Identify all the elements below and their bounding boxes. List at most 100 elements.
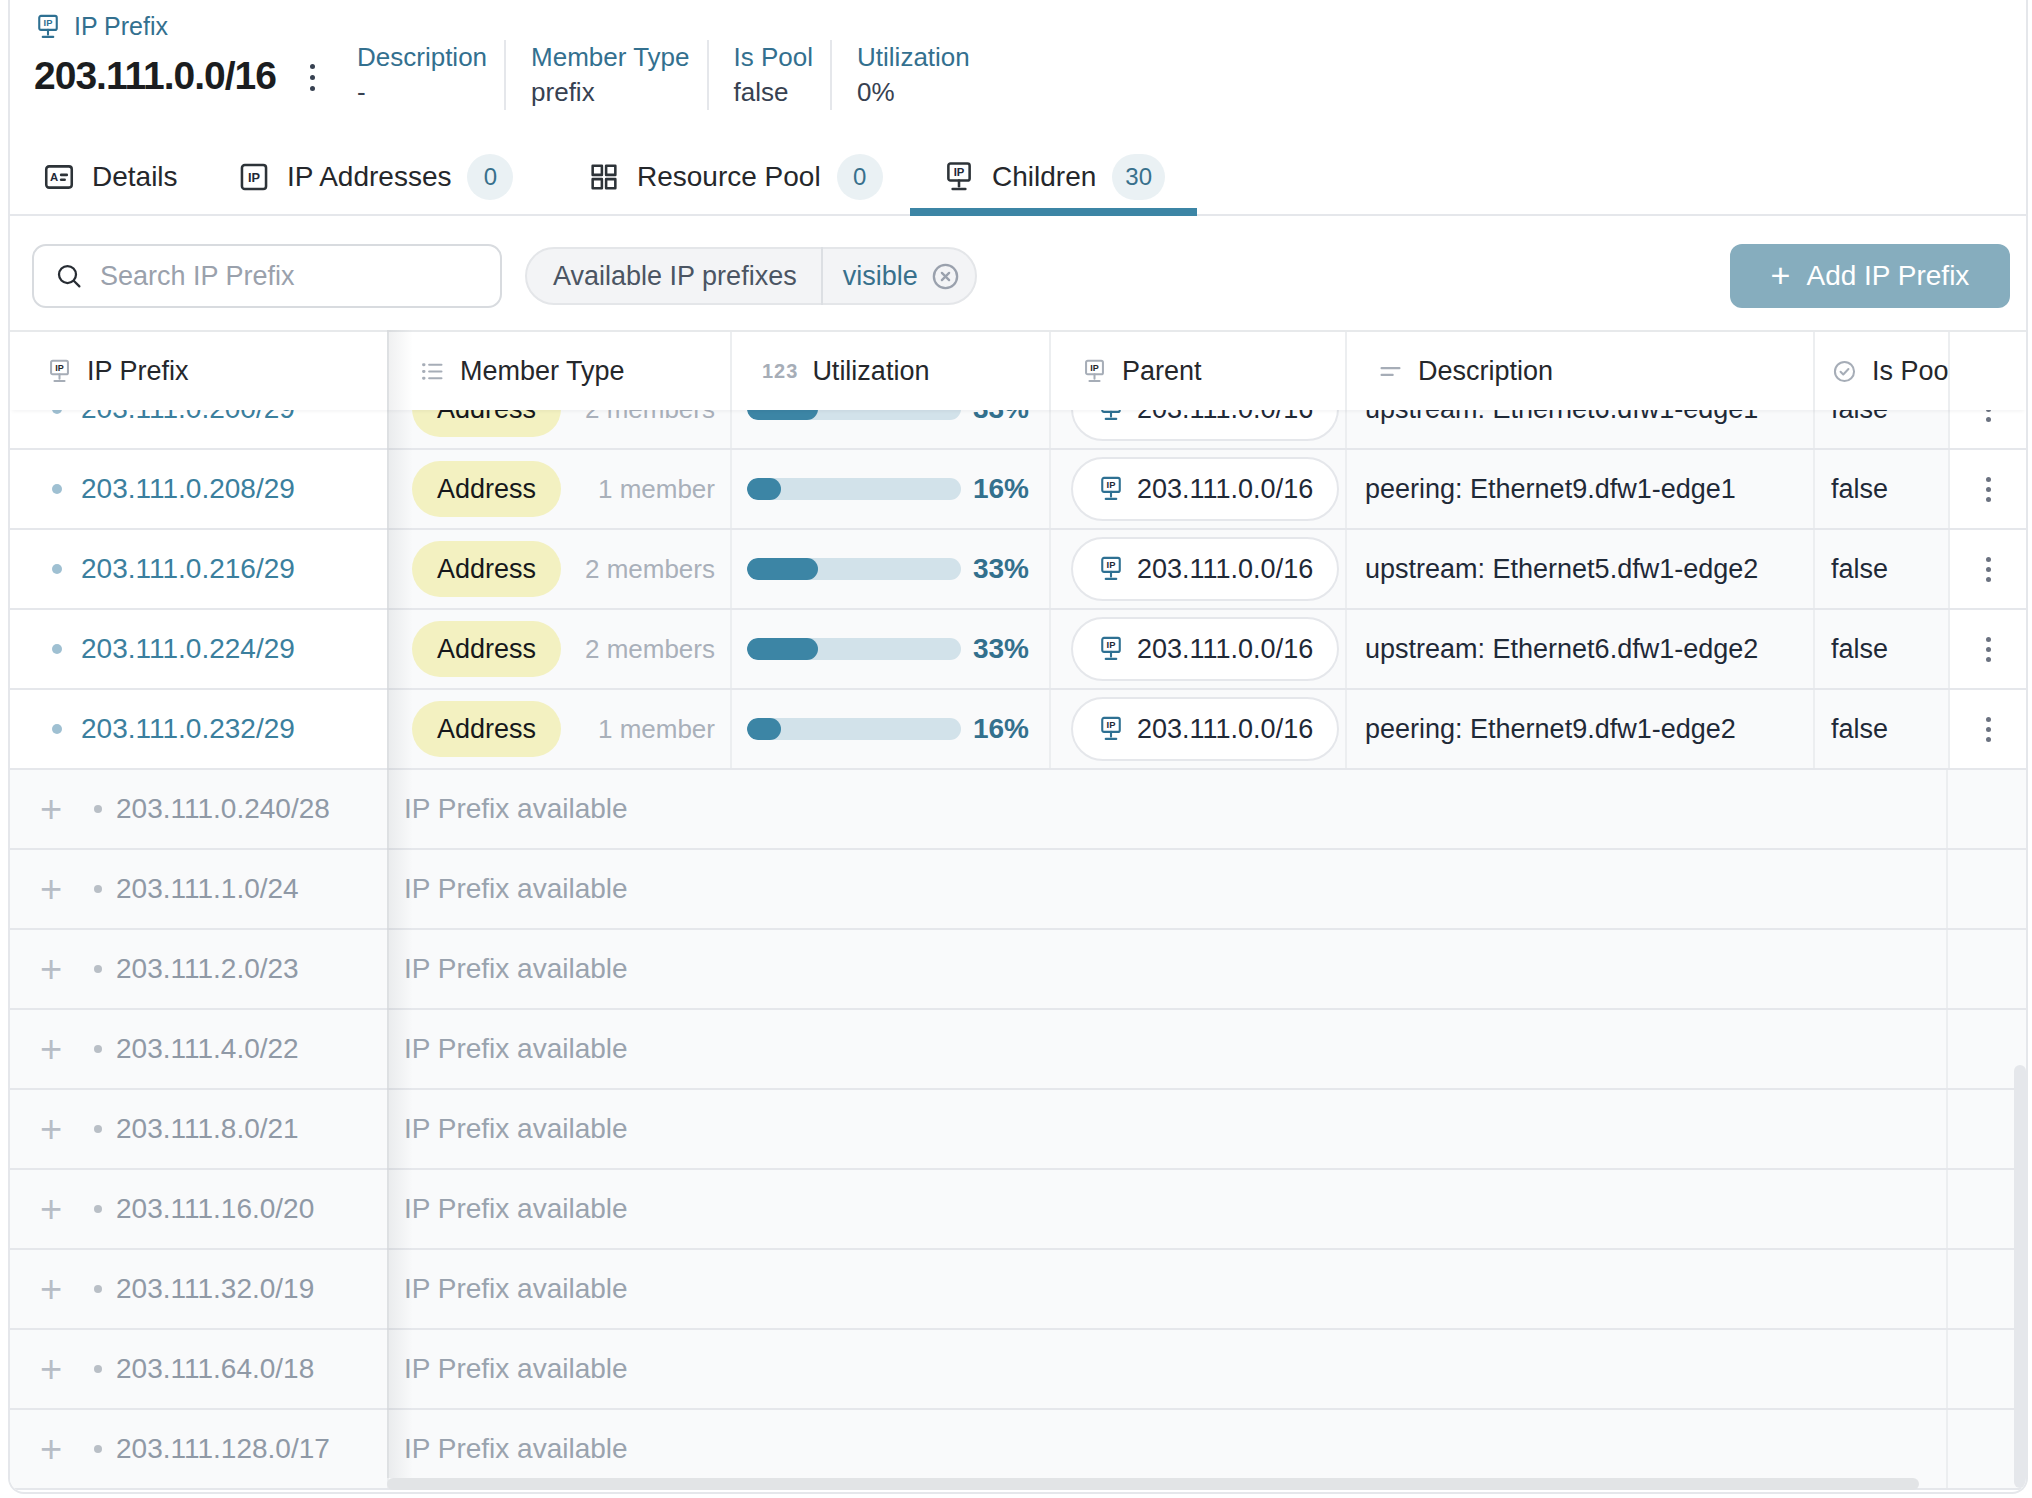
table-row: 203.111.0.216/29Address2 members33%IP203… — [10, 530, 2026, 610]
ip-prefix-icon: IP — [942, 160, 976, 194]
expand-plus-icon[interactable]: + — [34, 790, 68, 828]
row-actions-button[interactable] — [1948, 610, 2026, 688]
tab-children[interactable]: IPChildren30 — [910, 146, 1197, 216]
cell-parent: IP 203.111.0.0/16 — [1049, 450, 1345, 528]
row-actions-button[interactable] — [1948, 450, 2026, 528]
ip-prefix-link[interactable]: 203.111.0.224/29 — [81, 633, 295, 665]
utilization-bar-fill — [747, 638, 818, 660]
available-label: IP Prefix available — [387, 1170, 1946, 1248]
breadcrumb[interactable]: IP IP Prefix — [34, 12, 168, 41]
ip-address-icon: IP — [237, 160, 271, 194]
cell-ip-prefix: +203.111.1.0/24 — [10, 850, 387, 928]
cell-ip-prefix: +203.111.64.0/18 — [10, 1330, 387, 1408]
cell-actions-empty — [1946, 850, 2026, 928]
horizontal-scrollbar[interactable] — [387, 1478, 1919, 1490]
parent-pill[interactable]: IP203.111.0.0/16 — [1071, 617, 1339, 681]
table-row: 203.111.0.224/29Address2 members33%IP203… — [10, 610, 2026, 690]
tab-resource-pool[interactable]: Resource Pool0 — [555, 146, 915, 208]
column-header-member-type[interactable]: Member Type — [387, 332, 730, 410]
parent-prefix: 203.111.0.0/16 — [1137, 554, 1313, 585]
column-header-utilization[interactable]: 123Utilization — [730, 332, 1049, 410]
available-prefix: 203.111.2.0/23 — [116, 953, 299, 985]
available-label: IP Prefix available — [387, 930, 1946, 1008]
cell-utilization: 33% — [730, 530, 1049, 608]
member-type-badge: Address — [412, 621, 561, 677]
status-dot — [94, 1285, 102, 1293]
ip-prefix-icon: IP — [1097, 475, 1125, 503]
utilization-bar-fill — [747, 718, 781, 740]
parent-prefix: 203.111.0.0/16 — [1137, 714, 1313, 745]
svg-text:IP: IP — [1107, 720, 1116, 730]
available-row: +203.111.4.0/22IP Prefix available — [10, 1010, 2026, 1090]
status-dot — [94, 1045, 102, 1053]
resource-pool-icon — [587, 160, 621, 194]
available-row: +203.111.0.240/28IP Prefix available — [10, 770, 2026, 850]
svg-text:IP: IP — [1107, 640, 1116, 650]
available-prefix: 203.111.16.0/20 — [116, 1193, 314, 1225]
header-field-is-pool: Is Poolfalse — [707, 40, 831, 110]
cell-member-type: Address1 member — [387, 450, 730, 528]
field-label: Member Type — [531, 40, 689, 74]
field-value: 0% — [857, 74, 970, 110]
cell-description: peering: Ethernet9.dfw1-edge2 — [1345, 690, 1813, 768]
utilization-bar — [747, 638, 961, 660]
cell-description: upstream: Ethernet6.dfw1-edge2 — [1345, 610, 1813, 688]
row-actions-button[interactable] — [1948, 530, 2026, 608]
ip-prefix-link[interactable]: 203.111.0.216/29 — [81, 553, 295, 585]
kebab-menu-icon — [1986, 557, 1991, 582]
main-panel: IP IP Prefix 203.111.0.0/16 Description-… — [8, 0, 2028, 1494]
add-ip-prefix-button[interactable]: + Add IP Prefix — [1730, 244, 2010, 308]
tab-count-badge: 0 — [837, 154, 883, 200]
tab-details[interactable]: ADetails — [10, 146, 210, 208]
available-label: IP Prefix available — [387, 770, 1946, 848]
parent-pill[interactable]: IP 203.111.0.0/16 — [1071, 697, 1339, 761]
expand-plus-icon[interactable]: + — [34, 1190, 68, 1228]
expand-plus-icon[interactable]: + — [34, 870, 68, 908]
filter-remove-icon[interactable] — [930, 261, 961, 292]
row-actions-button[interactable] — [1948, 690, 2026, 768]
parent-prefix: 203.111.0.0/16 — [1137, 474, 1313, 505]
filter-chip[interactable]: Available IP prefixes visible — [525, 247, 977, 305]
utilization-bar — [747, 478, 961, 500]
breadcrumb-label: IP Prefix — [74, 12, 168, 41]
member-type-badge: Address — [412, 461, 561, 517]
page-title: 203.111.0.0/16 — [34, 54, 276, 98]
available-row: +203.111.32.0/19IP Prefix available — [10, 1250, 2026, 1330]
ip-prefix-icon: IP — [1097, 635, 1125, 663]
status-dot — [94, 1365, 102, 1373]
column-header-ip-prefix[interactable]: IPIP Prefix — [10, 332, 387, 410]
tab-ip-addresses[interactable]: IPIP Addresses0 — [205, 146, 545, 208]
parent-pill[interactable]: IP203.111.0.0/16 — [1071, 537, 1339, 601]
expand-plus-icon[interactable]: + — [34, 1350, 68, 1388]
available-row: +203.111.8.0/21IP Prefix available — [10, 1090, 2026, 1170]
column-header-description[interactable]: Description — [1345, 332, 1813, 410]
kebab-menu-icon — [1986, 717, 1991, 742]
text-lines-icon — [1377, 358, 1404, 385]
cell-is-pool: false — [1813, 530, 1948, 608]
expand-plus-icon[interactable]: + — [34, 1430, 68, 1468]
cell-ip-prefix: 203.111.0.216/29 — [10, 530, 387, 608]
parent-pill[interactable]: IP 203.111.0.0/16 — [1071, 457, 1339, 521]
ip-prefix-link[interactable]: 203.111.0.208/29 — [81, 473, 295, 505]
expand-plus-icon[interactable]: + — [34, 950, 68, 988]
ip-prefix-link[interactable]: 203.111.0.232/29 — [81, 713, 295, 745]
header-field-utilization: Utilization0% — [830, 40, 987, 110]
plus-icon: + — [1771, 258, 1791, 292]
expand-plus-icon[interactable]: + — [34, 1270, 68, 1308]
svg-text:IP: IP — [44, 18, 53, 28]
search-input[interactable] — [100, 261, 480, 292]
cell-is-pool: false — [1813, 690, 1948, 768]
title-menu-button[interactable] — [310, 64, 315, 91]
available-prefix: 203.111.1.0/24 — [116, 873, 299, 905]
status-dot — [94, 1125, 102, 1133]
member-type-badge: Address — [412, 541, 561, 597]
cell-ip-prefix: +203.111.32.0/19 — [10, 1250, 387, 1328]
available-prefix: 203.111.32.0/19 — [116, 1273, 314, 1305]
column-header-is-pool[interactable]: Is Pool — [1813, 332, 1948, 410]
expand-plus-icon[interactable]: + — [34, 1110, 68, 1148]
vertical-scrollbar[interactable] — [2014, 1065, 2026, 1488]
header-field-description: Description- — [357, 40, 504, 110]
column-header-parent[interactable]: IPParent — [1049, 332, 1345, 410]
expand-plus-icon[interactable]: + — [34, 1030, 68, 1068]
utilization-bar-fill — [747, 558, 818, 580]
